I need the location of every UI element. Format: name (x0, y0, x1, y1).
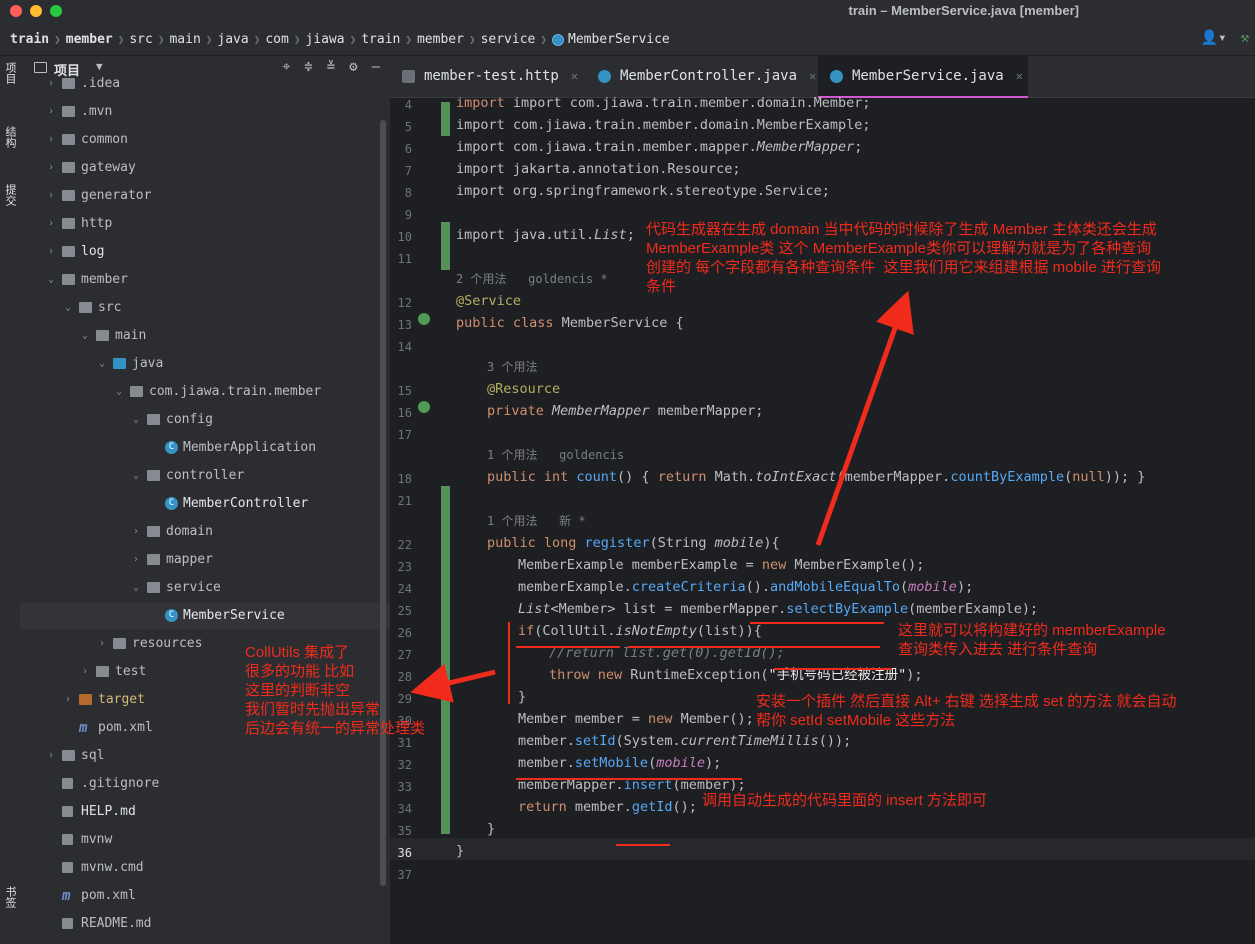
annotation-arrows (410, 290, 914, 703)
annotation-arrow (815, 290, 914, 546)
annotation-arrow (410, 663, 496, 703)
